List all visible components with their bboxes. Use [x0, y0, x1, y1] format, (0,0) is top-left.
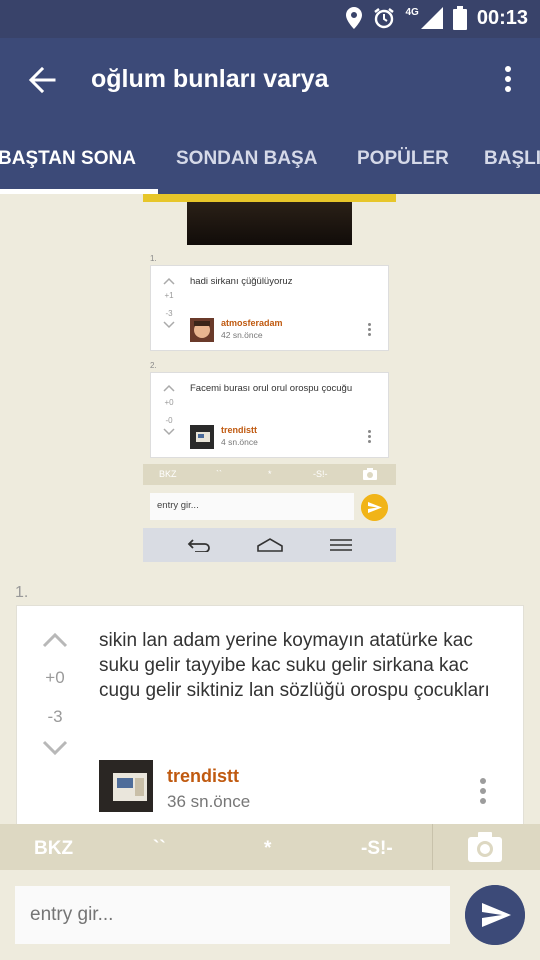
embed-author: atmosferadam: [221, 318, 283, 328]
embed-backticks: ``: [216, 469, 222, 479]
embed-star: *: [268, 469, 272, 479]
upvote-count: +0: [45, 668, 65, 687]
entry-time: 36 sn.önce: [167, 792, 251, 811]
recents-icon: [330, 539, 352, 551]
tab-basliklar[interactable]: BAŞLI: [484, 148, 540, 170]
alarm-icon: [373, 8, 394, 29]
tab-bar: BAŞTAN SONA SONDAN BAŞA POPÜLER BAŞLI: [0, 122, 540, 194]
overflow-menu-icon: [368, 323, 372, 338]
battery-icon: [452, 6, 467, 30]
author-link[interactable]: trendistt: [167, 766, 239, 787]
upvote-chevron-icon[interactable]: [41, 631, 69, 649]
downvote-count: -3: [47, 707, 63, 726]
embedded-screenshot: 1. +1 -3 hadi sirkanı çüğülüyoruz atmosf…: [143, 194, 396, 562]
embed-toolbar: BKZ `` * -S!-: [143, 464, 396, 485]
app-bar: oğlum bunları varya: [0, 38, 540, 122]
avatar[interactable]: [99, 760, 153, 812]
location-icon: [345, 7, 362, 29]
send-icon[interactable]: [465, 885, 525, 945]
more-options-icon[interactable]: [479, 778, 487, 806]
entry-text: sikin lan adam yerine koymayın atatürke …: [99, 630, 490, 701]
page-title: oğlum bunları varya: [91, 65, 329, 93]
downvote-chevron-icon[interactable]: [41, 739, 69, 757]
embed-entry-card: +1 -3 hadi sirkanı çüğülüyoruz atmosfera…: [150, 265, 389, 351]
back-arrow-icon[interactable]: [28, 66, 56, 94]
entry-card: +0 -3 sikin lan adam yerine koymayın ata…: [16, 605, 524, 835]
format-toolbar: BKZ `` * -S!-: [0, 824, 540, 870]
embed-author: trendistt: [221, 425, 257, 435]
chevron-down-icon: [163, 321, 175, 329]
backtick-button[interactable]: ``: [153, 838, 166, 860]
tab-bastan-sona[interactable]: BAŞTAN SONA: [0, 148, 136, 170]
embed-entry-number: 1.: [150, 254, 157, 263]
embed-entry-text: hadi sirkanı çüğülüyoruz: [190, 276, 293, 287]
avatar: [190, 318, 214, 342]
embed-bkz: BKZ: [159, 469, 177, 479]
chevron-down-icon: [163, 428, 175, 436]
network-type: 4G: [405, 6, 419, 18]
chevron-up-icon: [163, 277, 175, 285]
camera-icon: [363, 468, 377, 480]
home-icon: [257, 538, 283, 552]
signal-icon: [420, 7, 443, 29]
toolbar-divider: [432, 824, 433, 870]
input-bar: [0, 870, 540, 960]
embed-vote-down: -3: [165, 309, 173, 318]
star-button[interactable]: *: [264, 838, 271, 860]
embed-s: -S!-: [313, 469, 328, 479]
embed-time: 42 sn.önce: [221, 330, 263, 340]
embed-vote: +1 -3: [160, 276, 178, 333]
clock: 00:13: [476, 6, 528, 29]
status-bar: 4G 00:13: [0, 0, 540, 38]
send-icon: [361, 494, 388, 521]
embed-input: entry gir...: [150, 493, 354, 520]
embed-time: 4 sn.önce: [221, 437, 258, 447]
back-icon: [187, 539, 210, 552]
overflow-menu-icon: [368, 430, 372, 445]
embed-vote-up: +1: [164, 291, 174, 300]
embed-nav-bar: [143, 528, 396, 562]
camera-icon[interactable]: [468, 832, 502, 862]
spoiler-button[interactable]: -S!-: [361, 838, 393, 860]
overflow-menu-icon[interactable]: [502, 66, 514, 94]
embed-banner: [143, 194, 396, 202]
embed-vote: +0 -0: [160, 383, 178, 440]
avatar: [190, 425, 214, 449]
entry-input[interactable]: [15, 886, 450, 944]
tab-populer[interactable]: POPÜLER: [357, 148, 449, 170]
embed-entry-text: Facemi burası orul orul orospu çocuğu: [190, 383, 353, 394]
embed-vote-down: -0: [165, 416, 173, 425]
embed-entry-number: 2.: [150, 361, 157, 370]
tab-sondan-basa[interactable]: SONDAN BAŞA: [176, 148, 317, 170]
chevron-up-icon: [163, 384, 175, 392]
embed-entry-card: +0 -0 Facemi burası orul orul orospu çoc…: [150, 372, 389, 458]
embed-vote-up: +0: [164, 398, 174, 407]
tab-indicator: [0, 189, 158, 194]
bkz-button[interactable]: BKZ: [34, 838, 73, 860]
embed-photo: [187, 202, 352, 245]
entry-number: 1.: [15, 584, 29, 601]
